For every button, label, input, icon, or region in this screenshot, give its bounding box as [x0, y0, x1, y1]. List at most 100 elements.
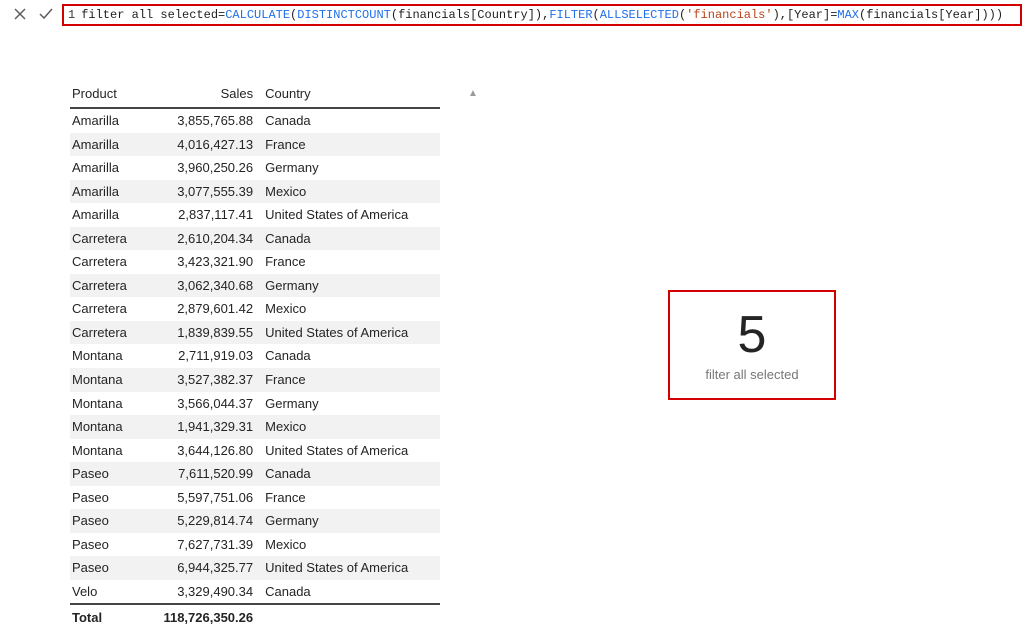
card-visual[interactable]: 5 filter all selected: [668, 290, 836, 400]
cell-product: Paseo: [70, 556, 141, 580]
table-row[interactable]: Montana3,644,126.80United States of Amer…: [70, 439, 440, 463]
cell-sales: 2,837,117.41: [141, 203, 263, 227]
col-header-country[interactable]: Country: [263, 82, 440, 108]
table-row[interactable]: Carretera2,879,601.42Mexico: [70, 297, 440, 321]
cell-product: Carretera: [70, 227, 141, 251]
table-row[interactable]: Carretera2,610,204.34Canada: [70, 227, 440, 251]
cell-country: France: [263, 250, 440, 274]
total-value: 118,726,350.26: [141, 604, 263, 630]
cell-product: Amarilla: [70, 156, 141, 180]
cell-product: Carretera: [70, 250, 141, 274]
cell-product: Paseo: [70, 486, 141, 510]
total-label: Total: [70, 604, 141, 630]
table-row[interactable]: Amarilla2,837,117.41United States of Ame…: [70, 203, 440, 227]
table-row[interactable]: Paseo6,944,325.77United States of Americ…: [70, 556, 440, 580]
cell-sales: 5,229,814.74: [141, 509, 263, 533]
cell-product: Montana: [70, 368, 141, 392]
table-visual[interactable]: Product Sales Country Amarilla3,855,765.…: [70, 82, 440, 630]
table-row[interactable]: Carretera1,839,839.55United States of Am…: [70, 321, 440, 345]
cell-country: Canada: [263, 108, 440, 133]
cell-country: Mexico: [263, 297, 440, 321]
cell-country: United States of America: [263, 439, 440, 463]
cell-product: Paseo: [70, 509, 141, 533]
cell-country: Germany: [263, 392, 440, 416]
cell-country: France: [263, 486, 440, 510]
cell-product: Amarilla: [70, 108, 141, 133]
table-row[interactable]: Carretera3,423,321.90France: [70, 250, 440, 274]
table-row[interactable]: Montana2,711,919.03Canada: [70, 344, 440, 368]
col-header-product[interactable]: Product: [70, 82, 141, 108]
table-row[interactable]: Paseo7,627,731.39Mexico: [70, 533, 440, 557]
cell-country: United States of America: [263, 556, 440, 580]
card-label: filter all selected: [705, 367, 798, 382]
cell-country: United States of America: [263, 203, 440, 227]
table-row[interactable]: Montana1,941,329.31Mexico: [70, 415, 440, 439]
cell-sales: 3,566,044.37: [141, 392, 263, 416]
cell-country: Canada: [263, 462, 440, 486]
table-header-row: Product Sales Country: [70, 82, 440, 108]
cell-product: Velo: [70, 580, 141, 605]
cell-sales: 3,329,490.34: [141, 580, 263, 605]
cell-country: Mexico: [263, 415, 440, 439]
card-value: 5: [738, 309, 767, 361]
cell-sales: 3,855,765.88: [141, 108, 263, 133]
cell-sales: 5,597,751.06: [141, 486, 263, 510]
table-row[interactable]: Amarilla3,960,250.26Germany: [70, 156, 440, 180]
cancel-icon[interactable]: [12, 6, 28, 25]
cell-sales: 2,610,204.34: [141, 227, 263, 251]
cell-sales: 3,960,250.26: [141, 156, 263, 180]
cell-country: Canada: [263, 227, 440, 251]
cell-product: Amarilla: [70, 180, 141, 204]
table-row[interactable]: Paseo7,611,520.99Canada: [70, 462, 440, 486]
table-row[interactable]: Paseo5,597,751.06France: [70, 486, 440, 510]
formula-bar[interactable]: 1 filter all selected = CALCULATE ( DIST…: [62, 4, 1022, 26]
table-row[interactable]: Paseo5,229,814.74Germany: [70, 509, 440, 533]
scroll-up-icon[interactable]: ▲: [468, 88, 478, 99]
line-number: 1: [68, 8, 75, 22]
cell-country: France: [263, 133, 440, 157]
cell-country: Canada: [263, 580, 440, 605]
cell-country: Mexico: [263, 533, 440, 557]
cell-sales: 3,062,340.68: [141, 274, 263, 298]
formula-bar-row: 1 filter all selected = CALCULATE ( DIST…: [0, 2, 1024, 28]
table-total-row: Total 118,726,350.26: [70, 604, 440, 630]
table-row[interactable]: Carretera3,062,340.68Germany: [70, 274, 440, 298]
cell-sales: 3,644,126.80: [141, 439, 263, 463]
cell-country: Canada: [263, 344, 440, 368]
cell-sales: 4,016,427.13: [141, 133, 263, 157]
cell-sales: 3,527,382.37: [141, 368, 263, 392]
cell-sales: 7,611,520.99: [141, 462, 263, 486]
cell-country: Mexico: [263, 180, 440, 204]
cell-country: Germany: [263, 274, 440, 298]
cell-product: Paseo: [70, 533, 141, 557]
cell-sales: 3,077,555.39: [141, 180, 263, 204]
cell-sales: 7,627,731.39: [141, 533, 263, 557]
cell-product: Carretera: [70, 297, 141, 321]
col-header-sales[interactable]: Sales: [141, 82, 263, 108]
table-row[interactable]: Amarilla3,855,765.88Canada: [70, 108, 440, 133]
cell-product: Carretera: [70, 274, 141, 298]
cell-product: Montana: [70, 415, 141, 439]
table-row[interactable]: Amarilla4,016,427.13France: [70, 133, 440, 157]
table-row[interactable]: Amarilla3,077,555.39Mexico: [70, 180, 440, 204]
cell-product: Montana: [70, 439, 141, 463]
cell-country: United States of America: [263, 321, 440, 345]
cell-product: Carretera: [70, 321, 141, 345]
cell-product: Montana: [70, 344, 141, 368]
table-row[interactable]: Montana3,527,382.37France: [70, 368, 440, 392]
commit-icon[interactable]: [38, 6, 54, 25]
cell-sales: 3,423,321.90: [141, 250, 263, 274]
cell-sales: 2,879,601.42: [141, 297, 263, 321]
cell-product: Amarilla: [70, 133, 141, 157]
table-row[interactable]: Montana3,566,044.37Germany: [70, 392, 440, 416]
cell-country: Germany: [263, 509, 440, 533]
cell-sales: 6,944,325.77: [141, 556, 263, 580]
cell-product: Amarilla: [70, 203, 141, 227]
cell-country: France: [263, 368, 440, 392]
scrollbar[interactable]: ▲: [468, 86, 478, 586]
cell-product: Montana: [70, 392, 141, 416]
cell-sales: 2,711,919.03: [141, 344, 263, 368]
cell-product: Paseo: [70, 462, 141, 486]
table-row[interactable]: Velo3,329,490.34Canada: [70, 580, 440, 605]
measure-name: filter all selected: [81, 8, 218, 22]
